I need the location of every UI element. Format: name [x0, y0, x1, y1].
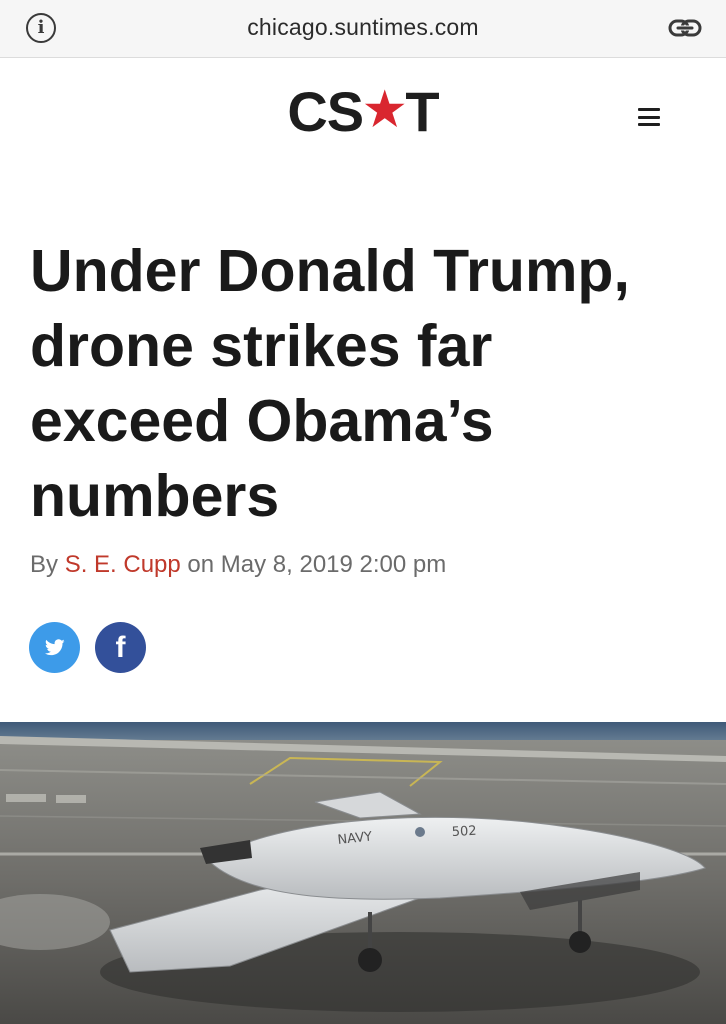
- url-text[interactable]: chicago.suntimes.com: [0, 14, 726, 41]
- byline-prefix: By: [30, 551, 65, 578]
- link-icon[interactable]: [668, 16, 702, 40]
- site-logo[interactable]: CS★T: [0, 84, 726, 140]
- browser-url-bar: i chicago.suntimes.com: [0, 0, 726, 58]
- twitter-share-button[interactable]: [29, 622, 80, 673]
- author-link[interactable]: S. E. Cupp: [65, 551, 181, 578]
- article-headline: Under Donald Trump, drone strikes far ex…: [30, 234, 700, 534]
- twitter-bird-icon: [44, 639, 65, 656]
- headline-line: numbers: [30, 463, 280, 529]
- headline-line: drone strikes far: [30, 313, 493, 379]
- logo-right-text: T: [405, 80, 439, 143]
- hamburger-menu-icon[interactable]: [638, 108, 660, 126]
- hero-image[interactable]: NAVY 502: [0, 722, 726, 1024]
- byline-middle: on: [180, 551, 221, 578]
- drone-marking-number: 502: [451, 824, 477, 840]
- headline-line: Under Donald Trump,: [30, 238, 630, 304]
- facebook-f-icon: f: [115, 630, 126, 664]
- headline-line: exceed Obama’s: [30, 388, 494, 454]
- article-byline: By S. E. Cupp on May 8, 2019 2:00 pm: [30, 551, 446, 579]
- star-icon: ★: [364, 83, 405, 135]
- publish-date: May 8, 2019 2:00 pm: [220, 551, 447, 578]
- logo-left-text: CS: [287, 80, 364, 143]
- site-header: CS★T: [0, 58, 726, 178]
- facebook-share-button[interactable]: f: [95, 622, 146, 673]
